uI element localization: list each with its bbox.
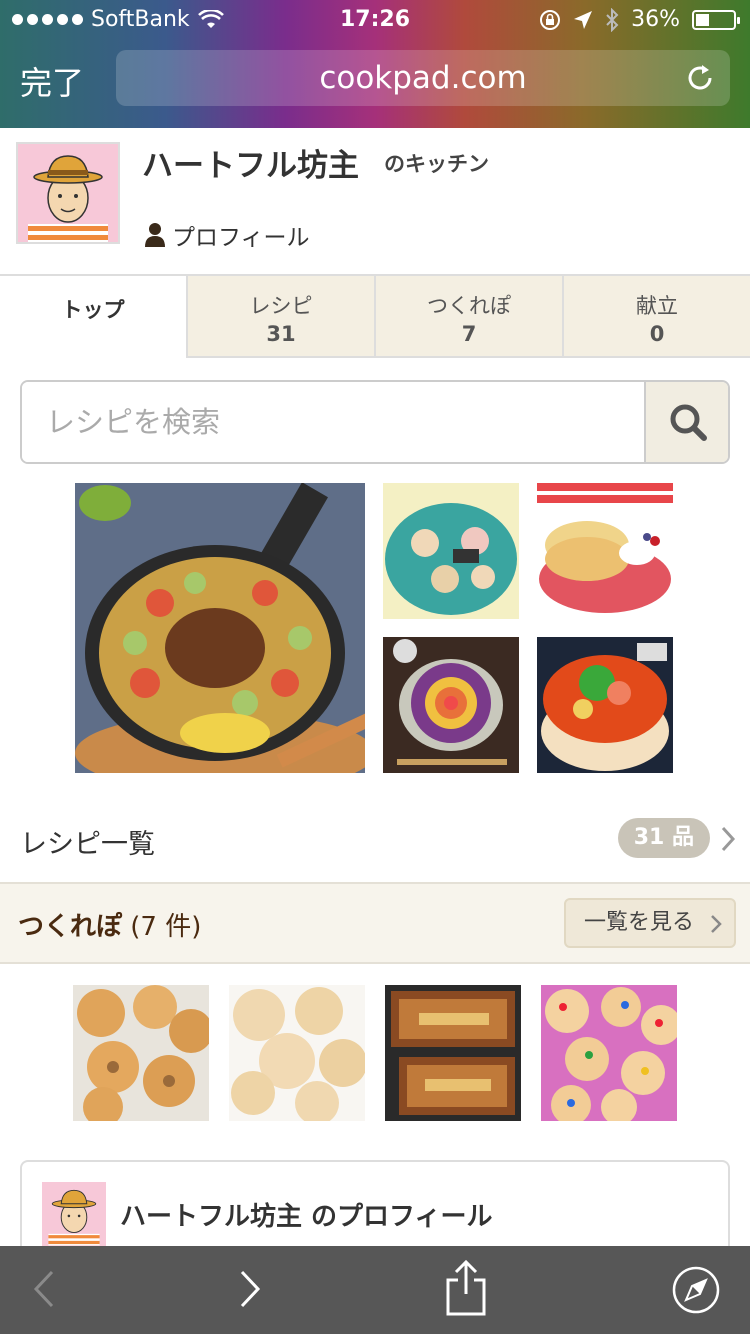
rice-bowl-photo [537,637,673,773]
tab-count: 0 [649,322,665,346]
battery-icon [692,9,740,30]
tsukurepo-photo-bagels[interactable] [73,985,209,1121]
tab-label: つくれぽ [427,294,511,318]
recipe-thumb-salad[interactable] [383,637,519,773]
done-button[interactable]: 完了 [20,58,84,104]
recipe-thumb-pancakes[interactable] [537,483,673,619]
tab-top[interactable]: トップ [0,276,186,358]
back-button[interactable] [30,1264,58,1314]
kitchen-tabs: トップ レシピ 31 つくれぽ 7 献立 0 [0,276,750,358]
tab-count: 7 [461,322,477,346]
tsukurepo-title: つくれぽ (7 件) [18,906,201,943]
salad-photo [383,637,519,773]
profile-card-title: ハートフル坊主 のプロフィール [120,1202,493,1232]
pound-cake-photo [385,985,521,1121]
share-button[interactable] [444,1258,488,1316]
cookies-photo [541,985,677,1121]
pancakes-photo [537,483,673,619]
profile-link-label: プロフィール [172,225,310,251]
avatar[interactable] [16,142,120,244]
browser-top-bar: SoftBank 17:26 36% 完了 cookpad.com [0,0,750,128]
battery-percent: 36% [631,7,680,32]
user-portrait-icon [18,144,118,242]
avatar [42,1182,106,1246]
see-all-label: 一覧を見る [584,910,695,935]
location-arrow-icon [574,10,593,29]
bluetooth-icon [606,7,619,32]
url-text: cookpad.com [319,60,527,96]
compass-icon[interactable] [672,1266,720,1314]
kitchen-header: ハートフル坊主 のキッチン プロフィール [0,128,750,276]
tab-menu[interactable]: 献立 0 [562,276,750,356]
bread-rolls-photo [229,985,365,1121]
tsukurepo-count: (7 件) [130,912,202,942]
chevron-right-icon [721,826,736,852]
recipe-thumb-cupcakes[interactable] [383,483,519,619]
tab-label: レシピ [249,294,313,318]
tab-recipes[interactable]: レシピ 31 [186,276,374,356]
browser-toolbar [0,1246,750,1334]
recipe-count-badge: 31 品 [617,818,710,858]
reload-icon[interactable] [684,62,716,94]
tsukurepo-photo-cookies[interactable] [541,985,677,1121]
tsukurepo-photo-rolls[interactable] [229,985,365,1121]
recipe-list-label: レシピ一覧 [20,829,155,860]
tsukurepo-header: つくれぽ (7 件) 一覧を見る [0,884,750,964]
forward-button[interactable] [236,1264,264,1314]
featured-recipe-image[interactable] [75,483,365,773]
status-right: 36% [539,7,740,32]
search-button[interactable] [644,382,728,462]
orientation-lock-icon [540,9,561,30]
search-icon [670,404,707,441]
page: SoftBank 17:26 36% 完了 cookpad.com ハートフル坊… [0,0,750,1334]
recipe-search [20,380,730,464]
person-icon [145,223,165,247]
tab-tsukurepo[interactable]: つくれぽ 7 [374,276,562,356]
tsukurepo-photo-pound-cake[interactable] [385,985,521,1121]
kitchen-suffix: のキッチン [384,152,489,176]
tab-label: トップ [61,298,125,322]
tsukurepo-label: つくれぽ [18,912,123,942]
address-bar[interactable]: cookpad.com [116,50,730,106]
kitchen-owner-name[interactable]: ハートフル坊主 [142,140,359,185]
tab-count: 31 [266,322,296,346]
tab-label: 献立 [636,294,678,318]
taco-rice-photo [75,483,365,773]
search-input[interactable] [22,382,646,462]
bagels-photo [73,985,209,1121]
user-portrait-icon [42,1182,106,1246]
recipe-list-link[interactable]: レシピ一覧 31 品 [0,800,750,884]
recipe-thumb-rice-bowl[interactable] [537,637,673,773]
cupcakes-photo [383,483,519,619]
chevron-right-icon [711,915,722,933]
see-all-button[interactable]: 一覧を見る [564,898,736,948]
profile-link[interactable]: プロフィール [144,218,310,252]
status-bar: SoftBank 17:26 36% [0,0,750,40]
